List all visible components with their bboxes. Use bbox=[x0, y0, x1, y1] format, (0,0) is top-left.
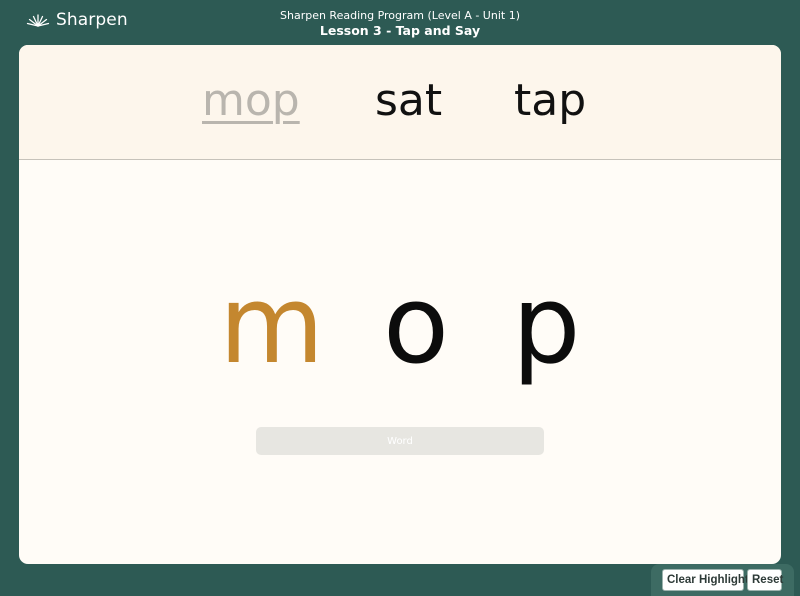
program-title: Sharpen Reading Program (Level A - Unit … bbox=[280, 9, 520, 22]
letter-tile-m[interactable]: m bbox=[219, 271, 324, 381]
say-word-button[interactable]: Word bbox=[256, 427, 544, 455]
lesson-title: Lesson 3 - Tap and Say bbox=[319, 23, 481, 38]
lesson-card: mop sat tap m o p Word bbox=[19, 45, 781, 564]
word-option-tap[interactable]: tap bbox=[514, 73, 586, 129]
clear-highlight-button[interactable]: Clear Highlight bbox=[662, 569, 749, 591]
reset-button[interactable]: Reset bbox=[747, 569, 783, 591]
letter-tiles: m o p bbox=[19, 271, 781, 391]
header-titles: Sharpen Reading Program (Level A - Unit … bbox=[0, 9, 800, 39]
app-root: Sharpen Sharpen Reading Program (Level A… bbox=[0, 0, 800, 596]
word-option-sat[interactable]: sat bbox=[375, 73, 442, 129]
letter-tile-p[interactable]: p bbox=[512, 271, 581, 381]
word-option-mop[interactable]: mop bbox=[202, 73, 300, 129]
word-selector-bar: mop sat tap bbox=[19, 45, 781, 160]
letter-tile-o[interactable]: o bbox=[383, 271, 449, 381]
